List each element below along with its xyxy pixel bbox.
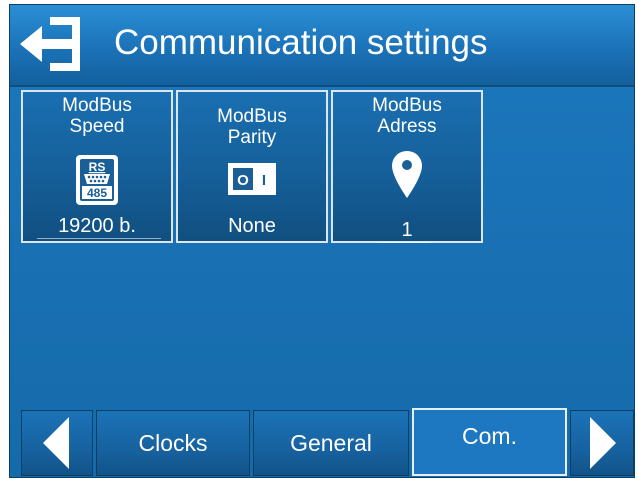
tile-value: None — [228, 215, 276, 237]
tab-general[interactable]: General — [253, 410, 409, 476]
tile-label: ModBus Adress — [333, 95, 481, 137]
tab-com-label: Com. — [462, 422, 517, 449]
exit-arrow-icon — [20, 17, 80, 71]
prev-page-button[interactable] — [21, 410, 93, 476]
tile-label-line2: Speed — [69, 116, 125, 137]
tile-icon-wrap: RS 485 — [23, 154, 171, 205]
next-page-button[interactable] — [570, 410, 634, 476]
modbus-speed-tile[interactable]: ModBus Speed RS 485 19200 b. — [21, 90, 173, 243]
tile-label-line1: ModBus — [62, 95, 132, 116]
tile-icon-wrap — [333, 150, 481, 200]
back-button[interactable] — [18, 15, 84, 73]
page-title: Communication settings — [114, 23, 488, 62]
tile-value: 19200 b. — [58, 215, 136, 237]
value-underline — [37, 238, 161, 239]
tile-label: ModBus Speed — [23, 95, 171, 137]
tab-general-label: General — [290, 429, 372, 456]
tile-label: ModBus Parity — [178, 106, 326, 148]
value-underline — [377, 242, 431, 243]
header-bar: Communication settings — [10, 5, 634, 87]
triangle-right-icon — [590, 417, 616, 469]
tile-icon-wrap: O I — [178, 162, 326, 212]
tile-label-line1: ModBus — [372, 95, 442, 116]
tab-clocks[interactable]: Clocks — [96, 410, 250, 476]
tile-label-line2: Adress — [377, 116, 437, 137]
rs485-icon-text-top: RS — [89, 160, 106, 174]
tile-label-line1: ModBus — [217, 106, 287, 127]
hmi-screen: Communication settings ModBus Speed RS 4… — [9, 4, 635, 478]
tab-clocks-label: Clocks — [138, 429, 208, 456]
toggle-switch-icon: O I — [228, 163, 276, 195]
triangle-left-icon — [43, 417, 69, 469]
tile-value: 1 — [401, 219, 413, 241]
switch-left-text: O — [237, 172, 249, 189]
rs485-icon: RS 485 — [76, 155, 118, 205]
tab-com[interactable]: Com. — [412, 408, 567, 476]
rs485-icon-text-bottom: 485 — [87, 186, 107, 200]
map-pin-icon — [392, 151, 422, 198]
modbus-address-tile[interactable]: ModBus Adress 1 — [331, 90, 483, 243]
switch-right-text: I — [262, 172, 266, 189]
modbus-parity-tile[interactable]: ModBus Parity O I None — [176, 90, 328, 243]
tile-label-line2: Parity — [227, 127, 277, 148]
